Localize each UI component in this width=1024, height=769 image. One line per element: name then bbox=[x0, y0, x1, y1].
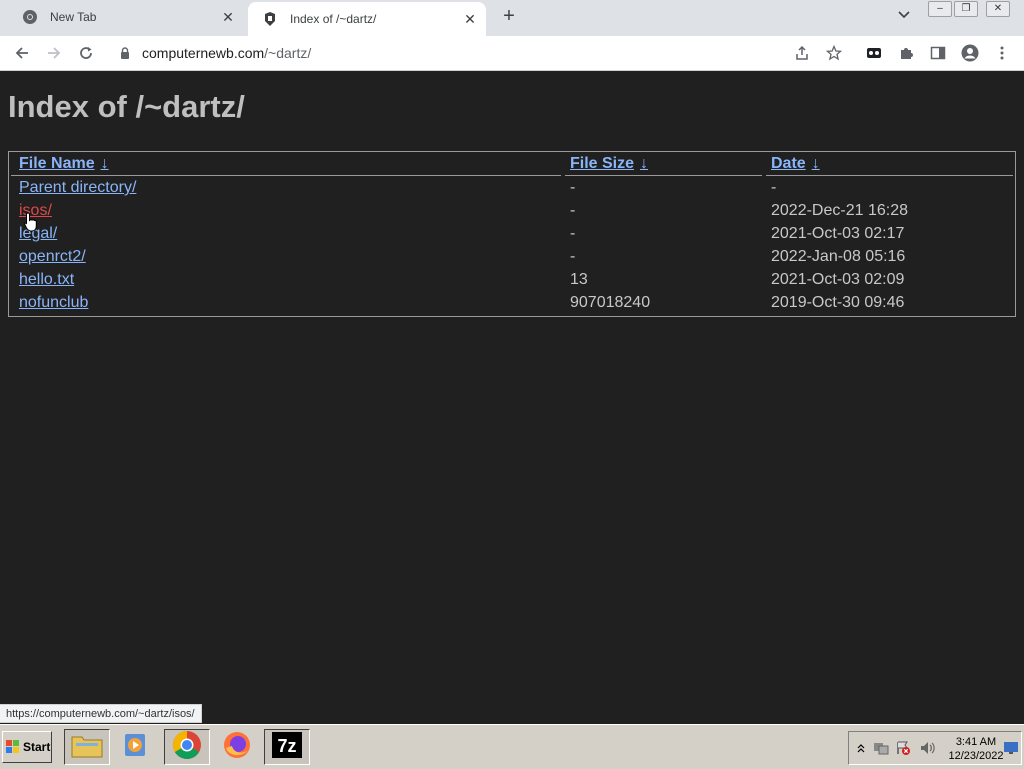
file-date: - bbox=[771, 179, 777, 196]
seven-zip-icon: 7z bbox=[272, 731, 302, 763]
sort-arrow-icon: ↓ bbox=[640, 155, 649, 172]
table-row: hello.txt 13 2021-Oct-03 02:09 bbox=[9, 271, 1015, 293]
tab-strip: New Tab ✕ Index of /~dartz/ ✕ + ‒ ❐ ✕ bbox=[0, 0, 1024, 36]
column-header-size[interactable]: File Size ↓ bbox=[570, 155, 648, 173]
system-tray: 3:41 AM 12/23/2022 bbox=[848, 731, 1022, 765]
file-date: 2022-Jan-08 05:16 bbox=[771, 248, 906, 265]
minimize-button[interactable]: ‒ bbox=[928, 1, 952, 17]
tab-title: Index of /~dartz/ bbox=[290, 12, 377, 26]
svg-text:7z: 7z bbox=[277, 736, 296, 756]
chrome-icon bbox=[172, 730, 202, 765]
tab-new-tab[interactable]: New Tab ✕ bbox=[8, 0, 244, 34]
clock-date: 12/23/2022 bbox=[948, 750, 1004, 762]
taskbar-chrome[interactable] bbox=[164, 729, 210, 765]
windows-flag-icon bbox=[6, 740, 20, 754]
file-size: - bbox=[570, 225, 576, 242]
table-row: openrct2/ - 2022-Jan-08 05:16 bbox=[9, 248, 1015, 270]
table-row: isos/ - 2022-Dec-21 16:28 bbox=[9, 202, 1015, 224]
tab-title: New Tab bbox=[50, 10, 97, 24]
chrome-icon bbox=[22, 9, 38, 25]
tab-index-of-dartz[interactable]: Index of /~dartz/ ✕ bbox=[248, 2, 486, 36]
file-date: 2021-Oct-03 02:09 bbox=[771, 271, 905, 288]
back-button[interactable] bbox=[10, 41, 34, 65]
table-row: Parent directory/ - - bbox=[9, 179, 1015, 201]
sort-arrow-icon: ↓ bbox=[811, 155, 820, 172]
address-bar[interactable]: computernewb.com/~dartz/ bbox=[110, 39, 856, 67]
file-link[interactable]: hello.txt bbox=[19, 271, 74, 288]
file-link[interactable]: openrct2/ bbox=[19, 248, 86, 265]
forward-button[interactable] bbox=[42, 41, 66, 65]
taskbar-media-player[interactable] bbox=[112, 729, 158, 765]
start-label: Start bbox=[23, 740, 51, 754]
taskbar: Start 7z 3:41 AM 12/23/2022 bbox=[0, 724, 1024, 769]
header-divider-gap bbox=[561, 175, 565, 177]
file-size: - bbox=[570, 179, 576, 196]
sort-by-size-link[interactable]: File Size bbox=[570, 155, 634, 172]
file-size: - bbox=[570, 248, 576, 265]
profile-avatar-icon[interactable] bbox=[960, 43, 980, 63]
taskbar-7zip[interactable]: 7z bbox=[264, 729, 310, 765]
file-size: 13 bbox=[570, 271, 588, 288]
volume-icon[interactable] bbox=[919, 740, 935, 756]
share-icon[interactable] bbox=[792, 43, 812, 63]
file-date: 2021-Oct-03 02:17 bbox=[771, 225, 905, 242]
start-button[interactable]: Start bbox=[2, 731, 52, 763]
sort-by-name-link[interactable]: File Name bbox=[19, 155, 95, 172]
media-player-icon bbox=[121, 731, 149, 764]
url-host: computernewb.com bbox=[142, 45, 265, 61]
puzzle-extensions-icon[interactable] bbox=[896, 43, 916, 63]
menu-kebab-icon[interactable] bbox=[992, 43, 1012, 63]
taskbar-explorer[interactable] bbox=[64, 729, 110, 765]
side-panel-icon[interactable] bbox=[928, 43, 948, 63]
show-desktop-icon[interactable] bbox=[1003, 740, 1019, 756]
file-date: 2019-Oct-30 09:46 bbox=[771, 294, 905, 311]
header-divider-gap bbox=[762, 175, 766, 177]
reload-button[interactable] bbox=[74, 41, 98, 65]
action-center-warning-icon[interactable] bbox=[895, 740, 911, 756]
sort-arrow-icon: ↓ bbox=[100, 155, 109, 172]
file-link[interactable]: Parent directory/ bbox=[19, 179, 136, 196]
file-listing-table: File Name ↓ File Size ↓ Date ↓ Parent direc… bbox=[8, 151, 1016, 317]
header-divider bbox=[11, 175, 1013, 176]
clock-time: 3:41 AM bbox=[955, 736, 997, 748]
extension-icon[interactable] bbox=[864, 43, 884, 63]
file-size: 907018240 bbox=[570, 294, 651, 311]
tab-close-icon[interactable]: ✕ bbox=[218, 7, 238, 27]
close-window-button[interactable]: ✕ bbox=[986, 1, 1010, 17]
table-row: legal/ - 2021-Oct-03 02:17 bbox=[9, 225, 1015, 247]
show-hidden-icons-chevron-icon[interactable] bbox=[853, 740, 869, 756]
site-favicon-icon bbox=[262, 11, 278, 27]
file-link[interactable]: nofunclub bbox=[19, 294, 88, 311]
lock-icon bbox=[120, 47, 134, 59]
page-content: Index of /~dartz/ File Name ↓ File Size ↓ … bbox=[0, 71, 1024, 724]
column-header-date[interactable]: Date ↓ bbox=[771, 155, 820, 173]
tab-close-icon[interactable]: ✕ bbox=[460, 9, 480, 29]
network-icon[interactable] bbox=[873, 740, 889, 756]
page-title: Index of /~dartz/ bbox=[8, 89, 245, 124]
bookmark-star-icon[interactable] bbox=[824, 43, 844, 63]
table-row: nofunclub 907018240 2019-Oct-30 09:46 bbox=[9, 294, 1015, 316]
column-header-name[interactable]: File Name ↓ bbox=[19, 155, 109, 173]
link-status-bubble: https://computernewb.com/~dartz/isos/ bbox=[0, 704, 202, 723]
new-tab-button[interactable]: + bbox=[498, 5, 520, 27]
browser-toolbar: computernewb.com/~dartz/ bbox=[0, 36, 1024, 71]
taskbar-firefox[interactable] bbox=[214, 729, 260, 765]
file-date: 2022-Dec-21 16:28 bbox=[771, 202, 908, 219]
clock[interactable]: 3:41 AM 12/23/2022 bbox=[945, 735, 1007, 763]
firefox-icon bbox=[222, 730, 252, 765]
hand-cursor-icon bbox=[24, 212, 37, 232]
restore-button[interactable]: ❐ bbox=[954, 1, 978, 17]
tab-search-chevron-icon[interactable] bbox=[894, 8, 914, 26]
url-path: /~dartz/ bbox=[264, 45, 312, 61]
sort-by-date-link[interactable]: Date bbox=[771, 155, 806, 172]
file-size: - bbox=[570, 202, 576, 219]
folder-icon bbox=[71, 732, 103, 763]
